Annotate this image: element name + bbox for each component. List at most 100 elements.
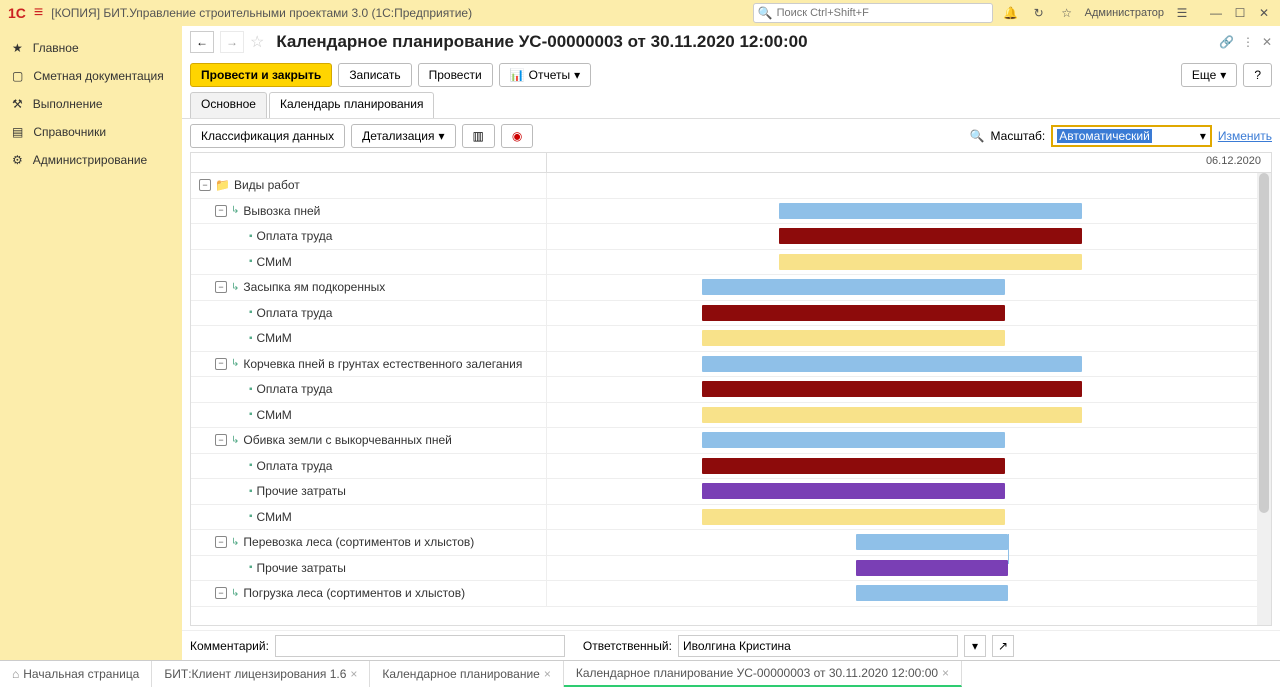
menu-icon[interactable]: ≡ xyxy=(34,4,43,22)
chart-button[interactable]: ◉ xyxy=(501,124,533,148)
post-close-button[interactable]: Провести и закрыть xyxy=(190,63,332,87)
maximize-icon[interactable]: ☐ xyxy=(1232,6,1248,20)
tree-label[interactable]: Прочие затраты xyxy=(257,561,346,575)
tree-label[interactable]: Погрузка леса (сортиментов и хлыстов) xyxy=(243,586,465,600)
reports-button[interactable]: 📊 Отчеты ▾ xyxy=(499,63,591,87)
gantt-bar[interactable] xyxy=(702,509,1005,525)
tab-main[interactable]: Основное xyxy=(190,92,267,118)
link-icon[interactable]: 🔗 xyxy=(1219,35,1234,49)
nav-home[interactable]: ★ Главное xyxy=(0,34,182,62)
help-button[interactable]: ? xyxy=(1243,63,1272,87)
gantt-bar[interactable] xyxy=(779,254,1082,270)
nav-admin[interactable]: ⚙ Администрирование xyxy=(0,146,182,174)
gantt-date: 06.12.2020 xyxy=(1206,155,1261,167)
book-icon: ▢ xyxy=(12,69,23,83)
tree-label[interactable]: Перевозка леса (сортиментов и хлыстов) xyxy=(243,535,474,549)
gantt-bar[interactable] xyxy=(702,432,1005,448)
nav-estimate[interactable]: ▢ Сметная документация xyxy=(0,62,182,90)
collapse-icon[interactable]: − xyxy=(215,205,227,217)
bell-icon[interactable]: 🔔 xyxy=(1001,6,1021,20)
classify-button[interactable]: Классификация данных xyxy=(190,124,345,148)
collapse-icon[interactable]: − xyxy=(215,434,227,446)
gantt-bar[interactable] xyxy=(702,458,1005,474)
user-label[interactable]: Администратор xyxy=(1085,7,1164,19)
zoom-select[interactable]: Автоматический ▾ xyxy=(1051,125,1212,147)
task-icon: ↳ xyxy=(231,282,239,293)
zoom-fit-icon[interactable]: 🔍 xyxy=(970,129,985,143)
gantt-bar[interactable] xyxy=(702,356,1082,372)
history-icon[interactable]: ↻ xyxy=(1029,6,1049,20)
window-tab[interactable]: БИТ:Клиент лицензирования 1.6× xyxy=(152,661,370,687)
gantt-bar[interactable] xyxy=(702,407,1082,423)
tree-label[interactable]: Оплата труда xyxy=(257,229,333,243)
gantt-chart: 06.12.2020 −📁Виды работ−↳Вывозка пней▪Оп… xyxy=(190,152,1272,626)
zoom-label: Масштаб: xyxy=(991,129,1046,143)
tree-label[interactable]: СМиМ xyxy=(257,510,292,524)
vertical-scrollbar[interactable] xyxy=(1257,173,1271,625)
collapse-icon[interactable]: − xyxy=(199,179,211,191)
tree-label[interactable]: Обивка земли с выкорчеванных пней xyxy=(243,433,452,447)
tree-label[interactable]: Засыпка ям подкоренных xyxy=(243,280,385,294)
tree-label[interactable]: СМиМ xyxy=(257,408,292,422)
minimize-icon[interactable]: — xyxy=(1208,6,1224,20)
tree-label[interactable]: Оплата труда xyxy=(257,306,333,320)
responsible-input[interactable] xyxy=(678,635,958,657)
dropdown-button[interactable]: ▾ xyxy=(964,635,986,657)
more-icon[interactable]: ⋮ xyxy=(1242,35,1254,49)
nav-execution[interactable]: ⚒ Выполнение xyxy=(0,90,182,118)
gantt-bar[interactable] xyxy=(856,585,1008,601)
tree-label[interactable]: Оплата труда xyxy=(257,459,333,473)
search-input[interactable] xyxy=(777,7,988,19)
collapse-icon[interactable]: − xyxy=(215,281,227,293)
gantt-bar[interactable] xyxy=(779,203,1082,219)
close-tab-icon[interactable]: × xyxy=(544,667,551,681)
nav-catalogs[interactable]: ▤ Справочники xyxy=(0,118,182,146)
gantt-bar[interactable] xyxy=(702,305,1005,321)
tree-label[interactable]: Прочие затраты xyxy=(257,484,346,498)
close-icon[interactable]: ✕ xyxy=(1256,6,1272,20)
tab-calendar[interactable]: Календарь планирования xyxy=(269,92,435,118)
gantt-bar[interactable] xyxy=(702,279,1005,295)
detail-button[interactable]: Детализация ▾ xyxy=(351,124,455,148)
post-button[interactable]: Провести xyxy=(418,63,493,87)
close-doc-icon[interactable]: ✕ xyxy=(1262,35,1272,49)
nav-label: Главное xyxy=(33,41,79,55)
search-icon: 🔍 xyxy=(758,6,773,20)
collapse-icon[interactable]: − xyxy=(215,536,227,548)
back-button[interactable]: ← xyxy=(190,31,214,53)
gantt-bar[interactable] xyxy=(779,228,1082,244)
close-tab-icon[interactable]: × xyxy=(350,667,357,681)
favorite-icon[interactable]: ☆ xyxy=(250,32,264,52)
window-tab[interactable]: Календарное планирование× xyxy=(370,661,563,687)
resource-icon: ▪ xyxy=(249,384,253,395)
open-button[interactable]: ↗ xyxy=(992,635,1014,657)
tree-label[interactable]: Корчевка пней в грунтах естественного за… xyxy=(243,357,522,371)
tree-label[interactable]: СМиМ xyxy=(257,331,292,345)
more-button[interactable]: Еще ▾ xyxy=(1181,63,1237,87)
comment-input[interactable] xyxy=(275,635,565,657)
tree-label[interactable]: СМиМ xyxy=(257,255,292,269)
collapse-icon[interactable]: − xyxy=(215,587,227,599)
tree-label[interactable]: Оплата труда xyxy=(257,382,333,396)
comment-label: Комментарий: xyxy=(190,639,269,653)
columns-button[interactable]: ▥ xyxy=(462,124,495,148)
gantt-bar[interactable] xyxy=(856,534,1008,550)
forward-button[interactable]: → xyxy=(220,31,244,53)
gantt-bar[interactable] xyxy=(702,483,1005,499)
collapse-icon[interactable]: − xyxy=(215,358,227,370)
tree-label[interactable]: Вывозка пней xyxy=(243,204,320,218)
gantt-bar[interactable] xyxy=(856,560,1008,576)
window-tab[interactable]: ⌂Начальная страница xyxy=(0,661,152,687)
close-tab-icon[interactable]: × xyxy=(942,666,949,680)
gantt-bar[interactable] xyxy=(702,381,1082,397)
gantt-bar[interactable] xyxy=(702,330,1005,346)
user-menu-icon[interactable]: ☰ xyxy=(1172,6,1192,20)
save-button[interactable]: Записать xyxy=(338,63,411,87)
star-icon[interactable]: ☆ xyxy=(1057,6,1077,20)
global-search[interactable]: 🔍 xyxy=(753,3,993,23)
edit-link[interactable]: Изменить xyxy=(1218,129,1272,143)
nav-label: Справочники xyxy=(33,125,106,139)
tree-root-label: Виды работ xyxy=(234,178,300,192)
window-tab[interactable]: Календарное планирование УС-00000003 от … xyxy=(564,661,962,687)
doc-tabs: Основное Календарь планирования xyxy=(182,92,1280,118)
